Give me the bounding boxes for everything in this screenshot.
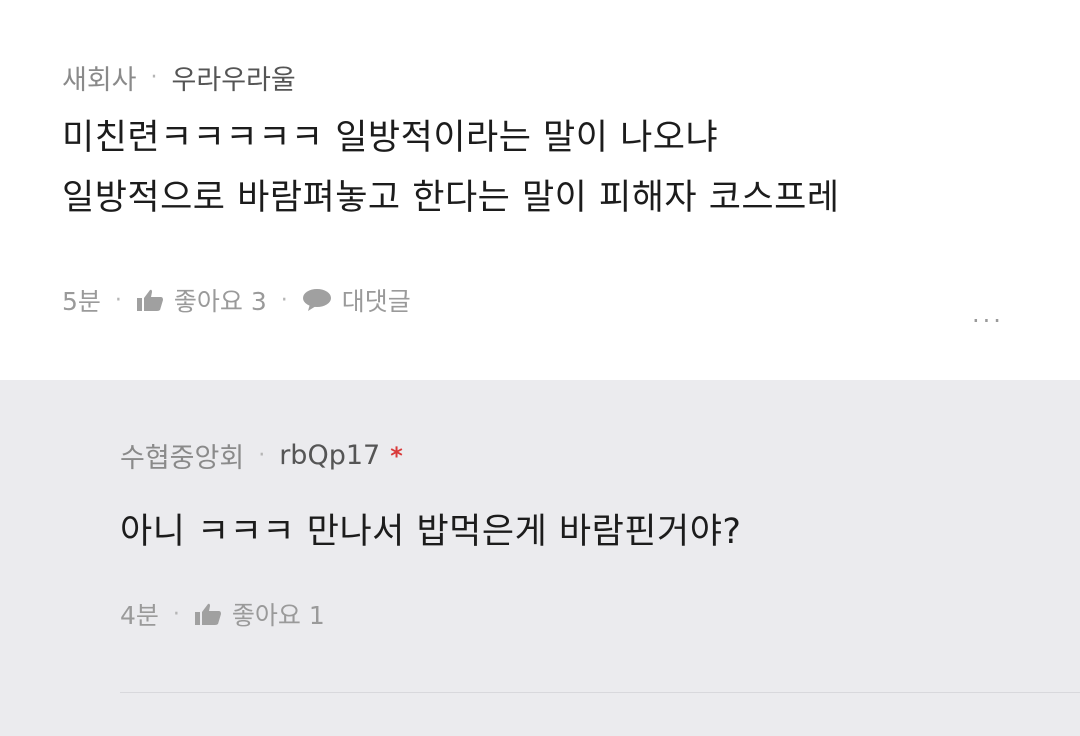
comment-time: 5분 bbox=[62, 287, 101, 316]
like-button[interactable]: 좋아요 3 bbox=[136, 282, 267, 318]
divider bbox=[120, 692, 1080, 693]
thumbs-up-icon bbox=[136, 288, 164, 312]
comment-meta: 새회사 · 우라우라울 bbox=[62, 58, 296, 97]
comment-line: 아니 ㅋㅋㅋ 만나서 밥먹은게 바람핀거야? bbox=[120, 512, 742, 552]
more-dots-icon[interactable]: ... bbox=[972, 300, 1004, 328]
comment-line: 미친련ㅋㅋㅋㅋㅋ 일방적이라는 말이 나오냐 bbox=[62, 118, 719, 158]
comment-body: 미친련ㅋㅋㅋㅋㅋ 일방적이라는 말이 나오냐 일방적으로 바람펴놓고 한다는 말… bbox=[62, 108, 840, 228]
like-label: 좋아요 1 bbox=[231, 601, 325, 630]
comment-time: 4분 bbox=[120, 601, 159, 630]
reply-meta: 수협중앙회 · rbQp17 * bbox=[120, 436, 403, 475]
thumbs-up-icon bbox=[194, 602, 222, 626]
meta-separator: · bbox=[150, 65, 158, 90]
like-label: 좋아요 3 bbox=[173, 287, 267, 316]
speech-bubble-icon bbox=[302, 288, 332, 312]
like-button[interactable]: 좋아요 1 bbox=[194, 596, 325, 632]
reply-card: 수협중앙회 · rbQp17 * 아니 ㅋㅋㅋ 만나서 밥먹은게 바람핀거야? … bbox=[0, 380, 1080, 736]
comment-card: 새회사 · 우라우라울 미친련ㅋㅋㅋㅋㅋ 일방적이라는 말이 나오냐 일방적으로… bbox=[0, 0, 1080, 380]
company-name: 수협중앙회 bbox=[120, 443, 245, 474]
comment-line: 일방적으로 바람펴놓고 한다는 말이 피해자 코스프레 bbox=[62, 178, 840, 218]
comment-actions: 5분 · 좋아요 3 · 대댓글 bbox=[62, 282, 411, 318]
author-name[interactable]: rbQp17 bbox=[279, 440, 380, 471]
meta-separator: · bbox=[258, 443, 266, 468]
author-mark: * bbox=[390, 441, 403, 470]
action-separator: · bbox=[172, 601, 180, 627]
company-name: 새회사 bbox=[62, 65, 137, 96]
reply-actions: 4분 · 좋아요 1 bbox=[120, 596, 325, 632]
author-name[interactable]: 우라우라울 bbox=[172, 58, 296, 97]
reply-button[interactable]: 대댓글 bbox=[302, 282, 411, 318]
action-separator: · bbox=[280, 287, 288, 313]
action-separator: · bbox=[114, 287, 122, 313]
reply-body: 아니 ㅋㅋㅋ 만나서 밥먹은게 바람핀거야? bbox=[120, 502, 741, 562]
reply-label: 대댓글 bbox=[341, 287, 411, 316]
